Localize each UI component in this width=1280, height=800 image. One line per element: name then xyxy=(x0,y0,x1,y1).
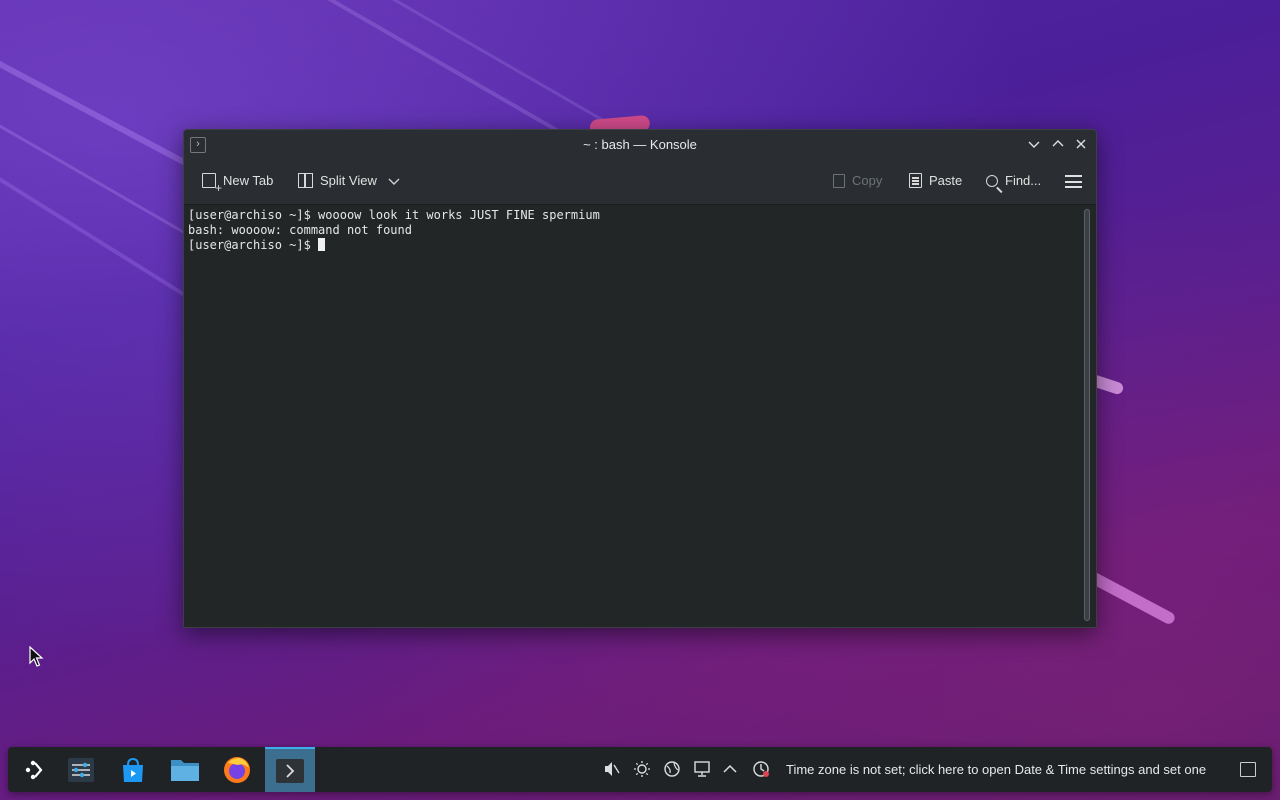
taskbar-panel: Time zone is not set; click here to open… xyxy=(8,747,1272,792)
copy-icon xyxy=(833,173,845,188)
close-button[interactable] xyxy=(1071,135,1091,155)
find-label: Find... xyxy=(1005,173,1042,188)
system-settings-icon xyxy=(68,757,94,782)
terminal-line: bash: woooow: command not found xyxy=(188,223,1074,238)
discover-store-button[interactable] xyxy=(110,747,156,792)
search-icon xyxy=(986,174,998,187)
show-desktop-button[interactable] xyxy=(1240,762,1256,777)
display-icon xyxy=(694,761,710,777)
title-bar[interactable]: › ~ : bash — Konsole xyxy=(184,130,1096,160)
timezone-notice[interactable]: Time zone is not set; click here to open… xyxy=(786,762,1206,777)
find-button[interactable]: Find... xyxy=(986,173,1041,188)
window-title: ~ : bash — Konsole xyxy=(583,137,697,152)
application-launcher-button[interactable] xyxy=(10,747,56,792)
brightness-icon xyxy=(634,761,650,777)
firefox-icon xyxy=(224,756,250,783)
new-tab-icon xyxy=(202,173,222,195)
maximize-button[interactable] xyxy=(1048,135,1068,155)
paste-button[interactable]: Paste xyxy=(909,173,962,188)
discover-store-icon xyxy=(123,757,143,782)
clock-button[interactable] xyxy=(751,760,771,780)
brightness-button[interactable] xyxy=(632,760,652,780)
network-icon xyxy=(664,761,680,777)
application-launcher-icon xyxy=(25,760,43,779)
paste-icon xyxy=(909,173,922,188)
scrollbar-thumb[interactable] xyxy=(1084,209,1090,621)
terminal-prompt: [user@archiso ~]$ xyxy=(188,238,319,252)
chevron-up-icon xyxy=(1052,140,1064,147)
file-manager-icon xyxy=(171,759,199,781)
copy-label: Copy xyxy=(852,173,883,188)
terminal-output[interactable]: [user@archiso ~]$ woooow look it works J… xyxy=(184,205,1078,627)
new-tab-button[interactable]: New Tab xyxy=(202,173,274,195)
volume-muted-icon xyxy=(605,762,620,776)
expand-tray-button[interactable] xyxy=(720,760,740,780)
terminal-line: [user@archiso ~]$ woooow look it works J… xyxy=(188,208,600,222)
file-manager-button[interactable] xyxy=(162,747,208,792)
display-button[interactable] xyxy=(692,760,712,780)
clock-icon xyxy=(753,761,769,777)
toolbar: New Tab Split View Copy Paste Find... xyxy=(184,160,1096,205)
split-view-label: Split View xyxy=(320,173,377,188)
chevron-down-icon xyxy=(1028,141,1040,148)
hamburger-menu-button[interactable] xyxy=(1065,175,1082,188)
konsole-window: › ~ : bash — Konsole New Tab Split View … xyxy=(183,129,1097,628)
close-icon xyxy=(1076,139,1086,149)
firefox-button[interactable] xyxy=(214,747,260,792)
chevron-down-icon[interactable] xyxy=(388,175,400,187)
minimize-button[interactable] xyxy=(1024,135,1044,155)
split-view-icon xyxy=(298,173,313,188)
copy-button[interactable]: Copy xyxy=(833,173,882,188)
terminal-line-text: bash: woooow: command not found xyxy=(188,223,412,237)
expand-tray-icon xyxy=(723,764,737,773)
new-tab-label: New Tab xyxy=(223,173,274,188)
mouse-pointer-icon xyxy=(29,646,44,667)
network-button[interactable] xyxy=(662,760,682,780)
split-view-button[interactable]: Split View xyxy=(298,173,400,188)
paste-label: Paste xyxy=(929,173,963,188)
volume-button[interactable] xyxy=(602,760,622,780)
konsole-task-button[interactable] xyxy=(265,747,315,792)
terminal-scrollbar[interactable] xyxy=(1084,209,1090,621)
system-settings-button[interactable] xyxy=(58,747,104,792)
terminal-prompt-line: [user@archiso ~]$ xyxy=(188,238,1074,253)
konsole-icon xyxy=(276,758,304,783)
text-cursor xyxy=(318,238,326,251)
